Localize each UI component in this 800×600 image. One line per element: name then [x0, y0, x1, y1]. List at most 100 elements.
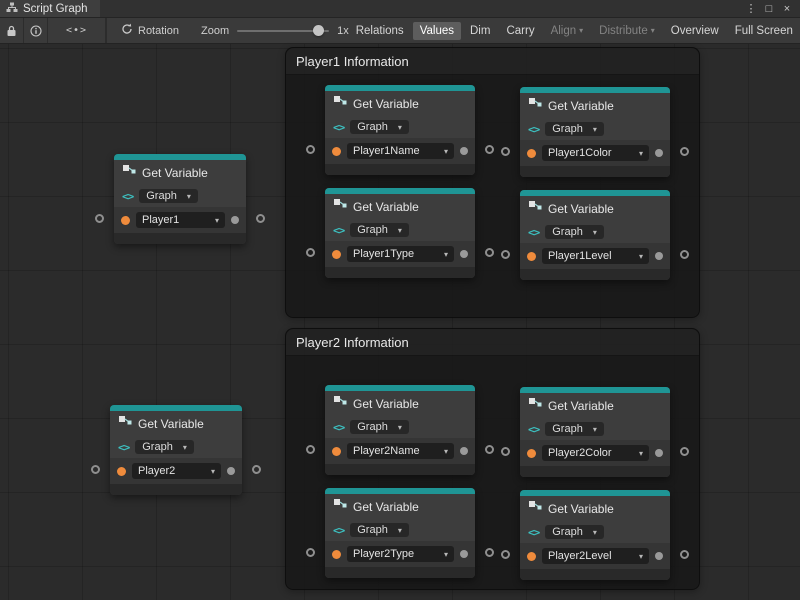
node-get-variable-player1[interactable]: Get Variable <> Graph ▾ Player1 ▾: [114, 154, 246, 244]
output-port-dot[interactable]: [460, 250, 468, 258]
rotation-control[interactable]: Rotation: [121, 23, 179, 38]
variable-dropdown[interactable]: Player1Name ▾: [347, 143, 454, 159]
node-get-variable-player2name[interactable]: Get Variable <> Graph ▾ Player2Name ▾: [325, 385, 475, 475]
output-port-dot[interactable]: [460, 550, 468, 558]
toolbar-button-relations[interactable]: Relations: [349, 22, 411, 40]
toolbar-button-carry[interactable]: Carry: [499, 22, 541, 40]
input-port-dot[interactable]: [527, 449, 536, 458]
output-port-dot[interactable]: [655, 449, 663, 457]
kind-dropdown[interactable]: Graph ▾: [135, 440, 194, 454]
node-get-variable-player2[interactable]: Get Variable <> Graph ▾ Player2 ▾: [110, 405, 242, 495]
variable-dropdown[interactable]: Player2Color ▾: [542, 445, 649, 461]
input-port[interactable]: [91, 465, 100, 474]
info-button[interactable]: [24, 18, 48, 43]
variable-dropdown[interactable]: Player2Name ▾: [347, 443, 454, 459]
output-port-dot[interactable]: [227, 467, 235, 475]
kind-dropdown[interactable]: Graph ▾: [350, 120, 409, 134]
input-port[interactable]: [501, 250, 510, 259]
tab-script-graph[interactable]: Script Graph: [0, 0, 100, 17]
output-port-dot[interactable]: [460, 147, 468, 155]
output-port[interactable]: [680, 447, 689, 456]
input-port[interactable]: [95, 214, 104, 223]
input-port-dot[interactable]: [527, 552, 536, 561]
output-port[interactable]: [485, 248, 494, 257]
variable-dropdown[interactable]: Player2Type ▾: [347, 546, 454, 562]
toolbar-button-overview[interactable]: Overview: [664, 22, 726, 40]
variable-dropdown[interactable]: Player1 ▾: [136, 212, 225, 228]
output-port-dot[interactable]: [655, 552, 663, 560]
node-get-variable-player2level[interactable]: Get Variable <> Graph ▾ Player2Level ▾: [520, 490, 670, 580]
kind-dropdown[interactable]: Graph ▾: [350, 223, 409, 237]
output-port[interactable]: [680, 147, 689, 156]
variable-dropdown[interactable]: Player1Color ▾: [542, 145, 649, 161]
input-port[interactable]: [306, 145, 315, 154]
variable-icon: [528, 200, 542, 218]
output-port-dot[interactable]: [655, 149, 663, 157]
variable-icon: [333, 198, 347, 216]
toolbar-button-distribute[interactable]: Distribute ▾: [592, 22, 662, 40]
input-port[interactable]: [501, 550, 510, 559]
kind-dropdown[interactable]: Graph ▾: [545, 225, 604, 239]
node-header: Get Variable: [325, 91, 475, 116]
output-port[interactable]: [485, 145, 494, 154]
input-port-dot[interactable]: [332, 447, 341, 456]
node-get-variable-player1type[interactable]: Get Variable <> Graph ▾ Player1Type ▾: [325, 188, 475, 278]
input-port[interactable]: [501, 147, 510, 156]
input-port-dot[interactable]: [332, 147, 341, 156]
node-get-variable-player2color[interactable]: Get Variable <> Graph ▾ Player2Color ▾: [520, 387, 670, 477]
output-port[interactable]: [252, 465, 261, 474]
toolbar-button-full-screen[interactable]: Full Screen: [728, 22, 800, 40]
window-close-icon[interactable]: ×: [780, 3, 794, 15]
input-port-dot[interactable]: [117, 467, 126, 476]
kind-dropdown[interactable]: Graph ▾: [350, 523, 409, 537]
input-port-dot[interactable]: [121, 216, 130, 225]
output-port[interactable]: [485, 548, 494, 557]
kind-dropdown[interactable]: Graph ▾: [545, 422, 604, 436]
zoom-slider[interactable]: [237, 25, 329, 37]
lock-button[interactable]: [0, 18, 24, 43]
graph-code-icon: <>: [333, 121, 344, 134]
input-port-dot[interactable]: [527, 252, 536, 261]
output-port-dot[interactable]: [460, 447, 468, 455]
input-port[interactable]: [306, 548, 315, 557]
chevron-down-icon: ▾: [444, 447, 448, 456]
toolbar-button-values[interactable]: Values: [413, 22, 461, 40]
window-menu-icon[interactable]: ⋮: [744, 2, 758, 15]
output-port-dot[interactable]: [231, 216, 239, 224]
input-port-dot[interactable]: [332, 550, 341, 559]
node-get-variable-player1level[interactable]: Get Variable <> Graph ▾ Player1Level ▾: [520, 190, 670, 280]
node-port-row: Player1Name ▾: [325, 138, 475, 164]
input-port[interactable]: [306, 248, 315, 257]
variable-dropdown[interactable]: Player2 ▾: [132, 463, 221, 479]
node-get-variable-player2type[interactable]: Get Variable <> Graph ▾ Player2Type ▾: [325, 488, 475, 578]
input-port-dot[interactable]: [527, 149, 536, 158]
window-maximize-icon[interactable]: □: [762, 3, 776, 15]
chevron-down-icon: ▾: [398, 226, 402, 235]
toolbar-button-align[interactable]: Align ▾: [544, 22, 591, 40]
code-view-button[interactable]: <•>: [48, 18, 106, 43]
variable-dropdown[interactable]: Player1Type ▾: [347, 246, 454, 262]
zoom-slider-knob[interactable]: [313, 25, 324, 36]
variable-icon: [528, 397, 542, 415]
output-port[interactable]: [680, 250, 689, 259]
graph-canvas[interactable]: Player1 Information Player2 Information …: [0, 44, 800, 600]
kind-dropdown[interactable]: Graph ▾: [545, 122, 604, 136]
node-header: Get Variable: [325, 494, 475, 519]
toolbar-button-dim[interactable]: Dim: [463, 22, 497, 40]
output-port[interactable]: [680, 550, 689, 559]
input-port-dot[interactable]: [332, 250, 341, 259]
kind-dropdown[interactable]: Graph ▾: [350, 420, 409, 434]
output-port[interactable]: [256, 214, 265, 223]
output-port[interactable]: [485, 445, 494, 454]
node-footer: [325, 567, 475, 578]
output-port-dot[interactable]: [655, 252, 663, 260]
node-get-variable-player1color[interactable]: Get Variable <> Graph ▾ Player1Color ▾: [520, 87, 670, 177]
variable-dropdown[interactable]: Player2Level ▾: [542, 548, 649, 564]
chevron-down-icon: ▾: [593, 228, 597, 237]
variable-dropdown[interactable]: Player1Level ▾: [542, 248, 649, 264]
kind-dropdown[interactable]: Graph ▾: [139, 189, 198, 203]
input-port[interactable]: [501, 447, 510, 456]
input-port[interactable]: [306, 445, 315, 454]
node-get-variable-player1name[interactable]: Get Variable <> Graph ▾ Player1Name ▾: [325, 85, 475, 175]
kind-dropdown[interactable]: Graph ▾: [545, 525, 604, 539]
